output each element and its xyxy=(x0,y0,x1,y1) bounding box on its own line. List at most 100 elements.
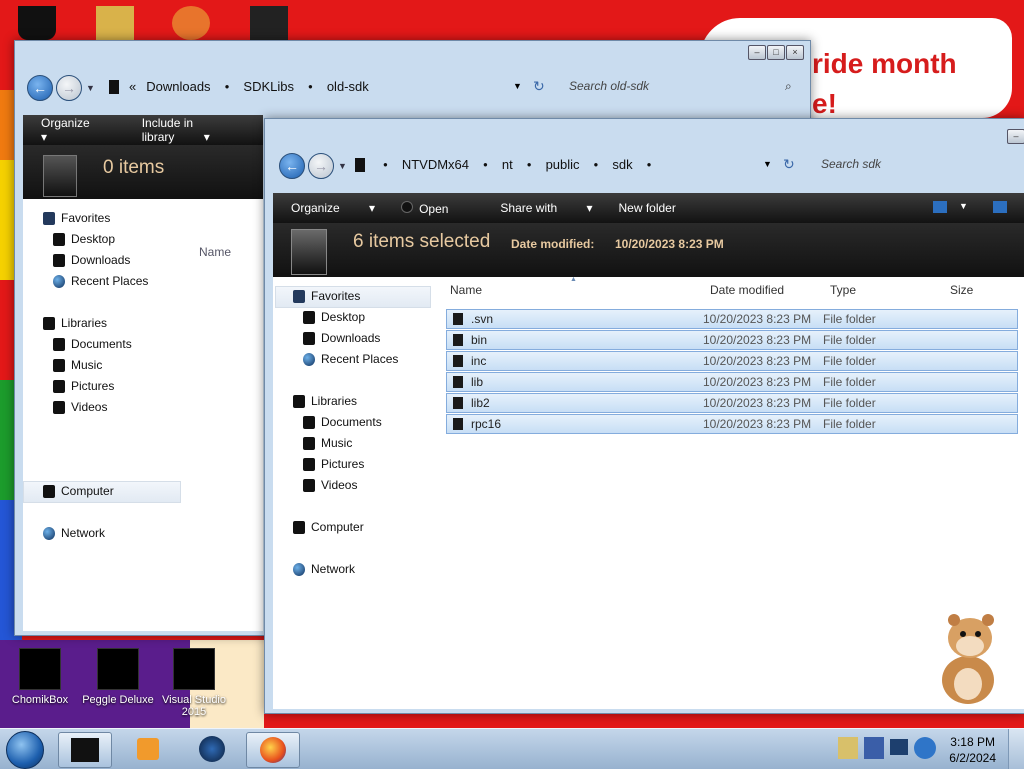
view-icon[interactable] xyxy=(933,201,947,213)
recent-pages-dropdown[interactable]: ▼ xyxy=(86,83,95,93)
column-header-size[interactable]: Size xyxy=(950,283,973,297)
nav-recent-places[interactable]: Recent Places xyxy=(303,352,398,366)
organize-menu[interactable]: Organize ▾ xyxy=(291,201,375,215)
maximize-button[interactable]: □ xyxy=(767,45,785,60)
search-icon[interactable]: ⌕ xyxy=(785,79,792,94)
nav-downloads[interactable]: Downloads xyxy=(303,331,380,345)
breadcrumb-separator[interactable]: ● xyxy=(594,160,599,169)
breadcrumb-item[interactable]: public xyxy=(546,157,580,172)
show-desktop-button[interactable] xyxy=(1008,729,1024,769)
clock-time: 3:18 PM xyxy=(950,735,995,749)
nav-network[interactable]: Network xyxy=(293,562,355,576)
address-dropdown[interactable]: ▼ xyxy=(513,81,522,91)
file-row[interactable]: inc 10/20/2023 8:23 PM File folder xyxy=(446,351,1018,371)
videos-icon xyxy=(303,478,315,492)
taskbar-clock[interactable]: 3:18 PM 6/2/2024 xyxy=(949,734,996,766)
breadcrumb-item[interactable]: nt xyxy=(502,157,513,172)
tray-volume-icon[interactable] xyxy=(914,737,936,759)
file-row[interactable]: rpc16 10/20/2023 8:23 PM File folder xyxy=(446,414,1018,434)
tray-icon-1[interactable] xyxy=(838,737,858,759)
preview-pane-icon[interactable] xyxy=(993,201,1007,213)
breadcrumb-item[interactable]: NTVDMx64 xyxy=(402,157,469,172)
nav-documents[interactable]: Documents xyxy=(303,415,382,429)
close-button[interactable]: × xyxy=(786,45,804,60)
visual-studio-icon xyxy=(173,648,215,690)
taskbar-app[interactable] xyxy=(186,732,238,766)
desktop-icon-chomikbox[interactable]: ChomikBox xyxy=(2,648,78,706)
minimize-button[interactable]: – xyxy=(1007,129,1024,144)
folder-icon[interactable] xyxy=(96,6,134,40)
nav-libraries[interactable]: Libraries xyxy=(293,394,357,408)
nav-desktop[interactable]: Desktop xyxy=(53,232,115,246)
forward-button[interactable]: → xyxy=(308,153,334,179)
refresh-icon[interactable]: ↻ xyxy=(783,156,795,173)
recent-pages-dropdown[interactable]: ▼ xyxy=(338,161,347,171)
nav-buttons: ← → ▼ xyxy=(27,75,95,101)
nav-music[interactable]: Music xyxy=(303,436,352,450)
breadcrumb-separator[interactable]: ● xyxy=(308,82,313,91)
breadcrumb-item[interactable]: Downloads xyxy=(146,79,210,94)
open-button[interactable]: Open xyxy=(401,200,474,216)
breadcrumb-overflow[interactable]: « xyxy=(129,79,136,94)
share-with-menu[interactable]: Share with ▾ xyxy=(500,201,592,215)
column-header-date-modified[interactable]: Date modified xyxy=(710,283,784,297)
nav-videos[interactable]: Videos xyxy=(303,478,357,492)
nav-documents[interactable]: Documents xyxy=(53,337,132,351)
breadcrumb-separator[interactable]: ● xyxy=(383,160,388,169)
taskbar-explorer[interactable] xyxy=(58,732,112,768)
address-dropdown[interactable]: ▼ xyxy=(763,159,772,169)
back-button[interactable]: ← xyxy=(27,75,53,101)
nav-network[interactable]: Network xyxy=(43,526,105,540)
address-bar[interactable]: « Downloads ● SDKLibs ● old-sdk xyxy=(109,79,369,94)
file-row[interactable]: bin 10/20/2023 8:23 PM File folder xyxy=(446,330,1018,350)
app-icon[interactable] xyxy=(172,6,210,40)
breadcrumb-separator[interactable]: ● xyxy=(225,82,230,91)
breadcrumb-item[interactable]: SDKLibs xyxy=(243,79,294,94)
breadcrumb-separator[interactable]: ● xyxy=(647,160,652,169)
back-button[interactable]: ← xyxy=(279,153,305,179)
view-dropdown[interactable]: ▼ xyxy=(959,201,968,211)
start-button[interactable] xyxy=(6,731,44,769)
nav-pictures[interactable]: Pictures xyxy=(303,457,364,471)
forward-button[interactable]: → xyxy=(56,75,82,101)
column-header-name[interactable]: Name xyxy=(199,245,231,259)
details-pane: 0 items xyxy=(23,145,263,199)
nav-computer[interactable]: Computer xyxy=(293,520,364,534)
nav-videos[interactable]: Videos xyxy=(53,400,107,414)
file-row[interactable]: lib 10/20/2023 8:23 PM File folder xyxy=(446,372,1018,392)
refresh-icon[interactable]: ↻ xyxy=(533,78,545,95)
column-header-name[interactable]: Name xyxy=(450,283,482,297)
tray-shield-icon[interactable] xyxy=(864,737,884,759)
new-folder-button[interactable]: New folder xyxy=(618,201,675,215)
organize-menu[interactable]: Organize ▾ xyxy=(41,116,116,144)
include-in-library-menu[interactable]: Include in library ▾ xyxy=(142,116,237,144)
nav-desktop[interactable]: Desktop xyxy=(303,310,365,324)
search-input[interactable]: Search sdk xyxy=(821,157,881,171)
libraries-icon xyxy=(43,316,55,330)
address-bar[interactable]: ● NTVDMx64 ● nt ● public ● sdk ● xyxy=(355,157,665,172)
nav-favorites[interactable]: Favorites xyxy=(43,211,110,225)
tray-network-icon[interactable] xyxy=(890,739,908,755)
desktop-icon-visual-studio[interactable]: Visual Studio 2015 xyxy=(156,648,232,718)
column-header-type[interactable]: Type xyxy=(830,283,856,297)
archive-icon[interactable] xyxy=(250,6,288,40)
file-row[interactable]: .svn 10/20/2023 8:23 PM File folder xyxy=(446,309,1018,329)
nav-favorites[interactable]: Favorites xyxy=(293,289,360,303)
desktop-icon-peggle[interactable]: Peggle Deluxe xyxy=(80,648,156,706)
search-input[interactable]: Search old-sdk xyxy=(569,79,649,93)
nav-downloads[interactable]: Downloads xyxy=(53,253,130,267)
file-row[interactable]: lib2 10/20/2023 8:23 PM File folder xyxy=(446,393,1018,413)
nav-music[interactable]: Music xyxy=(53,358,102,372)
breadcrumb-separator[interactable]: ● xyxy=(483,160,488,169)
taskbar-firefox[interactable] xyxy=(246,732,300,768)
minimize-button[interactable]: – xyxy=(748,45,766,60)
recycle-bin-icon[interactable] xyxy=(18,6,56,40)
taskbar-media-player[interactable] xyxy=(122,732,174,766)
breadcrumb-item[interactable]: sdk xyxy=(612,157,632,172)
breadcrumb-item[interactable]: old-sdk xyxy=(327,79,369,94)
nav-libraries[interactable]: Libraries xyxy=(43,316,107,330)
breadcrumb-separator[interactable]: ● xyxy=(527,160,532,169)
nav-computer[interactable]: Computer xyxy=(43,484,114,498)
nav-pictures[interactable]: Pictures xyxy=(53,379,114,393)
nav-recent-places[interactable]: Recent Places xyxy=(53,274,148,288)
